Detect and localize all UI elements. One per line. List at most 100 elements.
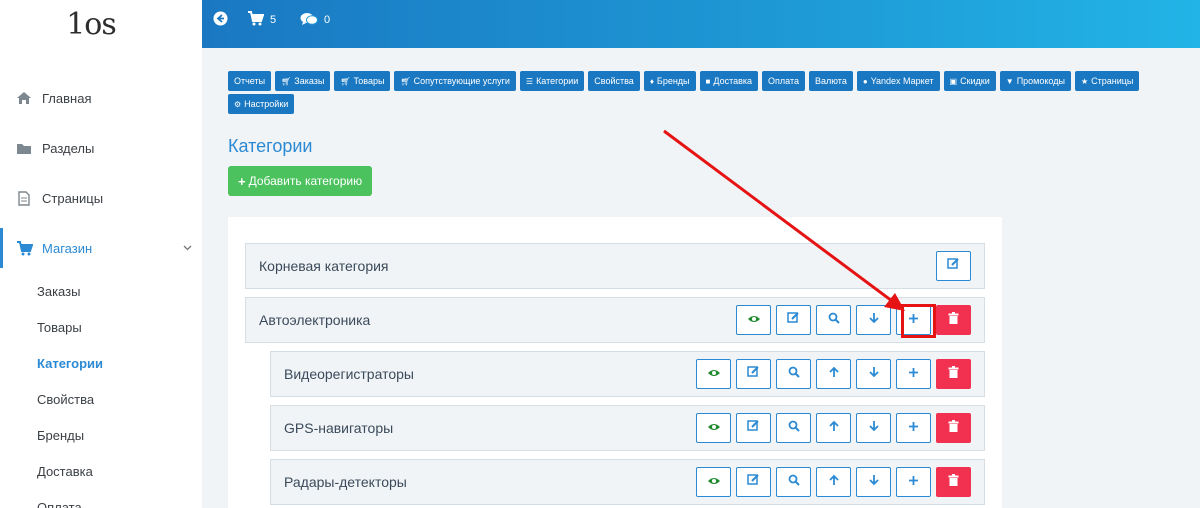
tab-payment[interactable]: Оплата <box>762 71 805 91</box>
arrow-down-icon <box>868 311 879 329</box>
tab-products[interactable]: 🛒︎ Товары <box>334 71 391 91</box>
row-actions <box>696 467 984 497</box>
edit-icon <box>747 473 760 491</box>
move-up-button[interactable] <box>816 413 851 443</box>
shop-submenu: Заказы Товары Категории Свойства Бренды … <box>0 273 202 508</box>
tab-properties[interactable]: Свойства <box>588 71 640 91</box>
tab-currency[interactable]: Валюта <box>809 71 853 91</box>
cart-icon <box>247 11 270 29</box>
add-category-button[interactable]: + Добавить категорию <box>228 166 373 196</box>
arrow-up-icon <box>828 473 839 491</box>
edit-icon <box>787 311 800 329</box>
sidebar-item-shop[interactable]: Магазин <box>0 223 202 273</box>
top-bar: 5 0 <box>202 0 1200 48</box>
category-row: Видеорегистраторы <box>270 351 985 397</box>
edit-button[interactable] <box>736 359 771 389</box>
move-down-button[interactable] <box>856 305 891 335</box>
back-button[interactable] <box>213 0 234 40</box>
arrow-down-icon <box>868 419 879 437</box>
trash-icon <box>948 419 959 437</box>
submenu-item-brands[interactable]: Бренды <box>37 417 202 453</box>
sidebar-item-pages[interactable]: Страницы <box>0 173 202 223</box>
category-name: GPS-навигаторы <box>284 420 394 436</box>
tab-categories[interactable]: ☰ Категории <box>519 71 585 91</box>
sidebar-nav: Главная Разделы Страницы Магазин Заказы <box>0 73 202 508</box>
add-subcategory-button[interactable] <box>896 467 931 497</box>
search-button[interactable] <box>776 413 811 443</box>
chevron-down-icon[interactable] <box>183 240 192 254</box>
add-subcategory-button[interactable] <box>896 305 931 335</box>
tab-pages[interactable]: ★ Страницы <box>1074 71 1140 91</box>
tab-yandex-market[interactable]: ● Yandex Маркет <box>856 71 940 91</box>
delete-button[interactable] <box>936 359 971 389</box>
cart-icon: 🛒︎ <box>340 76 351 86</box>
delete-button[interactable] <box>936 305 971 335</box>
add-subcategory-button[interactable] <box>896 359 931 389</box>
delete-button[interactable] <box>936 467 971 497</box>
submenu-item-orders[interactable]: Заказы <box>37 273 202 309</box>
view-button[interactable] <box>696 359 731 389</box>
tab-label: Оплата <box>768 76 799 86</box>
gift-icon: ▣ <box>949 76 958 86</box>
row-actions <box>696 413 984 443</box>
add-subcategory-button[interactable] <box>896 413 931 443</box>
tab-discounts[interactable]: ▣ Скидки <box>943 71 996 91</box>
tab-promocodes[interactable]: ▼ Промокоды <box>999 71 1071 91</box>
messages-button[interactable]: 0 <box>300 0 330 40</box>
edit-button[interactable] <box>936 251 971 281</box>
folder-icon <box>14 140 34 156</box>
cart-button[interactable]: 5 <box>247 0 276 40</box>
tab-label: Страницы <box>1091 76 1134 86</box>
edit-icon <box>747 365 760 383</box>
sidebar-item-home[interactable]: Главная <box>0 73 202 123</box>
category-name: Видеорегистраторы <box>284 366 414 382</box>
eye-icon <box>707 365 721 383</box>
tab-brands[interactable]: ♦ Бренды <box>643 71 696 91</box>
arrow-up-icon <box>828 419 839 437</box>
sidebar-item-sections[interactable]: Разделы <box>0 123 202 173</box>
move-up-button[interactable] <box>816 359 851 389</box>
eye-icon <box>707 419 721 437</box>
messages-count: 0 <box>324 14 331 26</box>
move-down-button[interactable] <box>856 467 891 497</box>
search-button[interactable] <box>816 305 851 335</box>
view-button[interactable] <box>736 305 771 335</box>
tab-label: Yandex Маркет <box>870 76 934 86</box>
submenu-item-delivery[interactable]: Доставка <box>37 453 202 489</box>
search-button[interactable] <box>776 467 811 497</box>
move-up-button[interactable] <box>816 467 851 497</box>
search-button[interactable] <box>776 359 811 389</box>
add-category-label: Добавить категорию <box>248 174 363 188</box>
page-title: Категории <box>228 136 313 156</box>
category-name: Радары-детекторы <box>284 474 407 490</box>
logo[interactable]: 1os <box>0 0 202 48</box>
edit-button[interactable] <box>736 467 771 497</box>
view-button[interactable] <box>696 467 731 497</box>
submenu-item-categories[interactable]: Категории <box>37 345 202 381</box>
tab-related-services[interactable]: 🛒︎ Сопутствующие услуги <box>394 71 516 91</box>
submenu-item-products[interactable]: Товары <box>37 309 202 345</box>
tab-delivery[interactable]: ■ Доставка <box>699 71 759 91</box>
submenu-item-properties[interactable]: Свойства <box>37 381 202 417</box>
sidebar: 1os Главная Разделы Страницы Магазин Зак… <box>0 0 202 508</box>
tab-label: Товары <box>353 76 385 86</box>
tab-orders[interactable]: 🛒︎ Заказы <box>275 71 331 91</box>
move-down-button[interactable] <box>856 359 891 389</box>
plus-icon <box>908 419 919 437</box>
tab-label: Категории <box>536 76 579 86</box>
row-actions <box>936 251 984 281</box>
submenu-item-payment[interactable]: Оплата <box>37 489 202 508</box>
sidebar-item-label: Страницы <box>42 190 104 206</box>
tab-label: Бренды <box>656 76 690 86</box>
delete-button[interactable] <box>936 413 971 443</box>
tab-reports[interactable]: Отчеты <box>228 71 272 91</box>
view-button[interactable] <box>696 413 731 443</box>
tab-label: Скидки <box>960 76 990 86</box>
move-down-button[interactable] <box>856 413 891 443</box>
arrow-down-icon <box>868 365 879 383</box>
tab-settings[interactable]: ⚙ Настройки <box>228 94 295 114</box>
edit-button[interactable] <box>776 305 811 335</box>
bell-icon: ♦ <box>649 76 654 86</box>
edit-button[interactable] <box>736 413 771 443</box>
tab-label: Доставка <box>713 76 753 86</box>
